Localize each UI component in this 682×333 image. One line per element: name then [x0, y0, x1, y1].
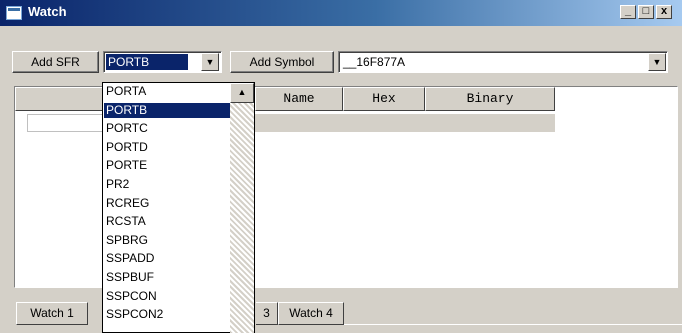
dropdown-option-porta[interactable]: PORTA	[104, 84, 232, 99]
close-button[interactable]: x	[656, 5, 672, 19]
sfr-select[interactable]: PORTB ▼	[103, 51, 222, 73]
tab-watch-3[interactable]: 3	[256, 302, 278, 325]
dropdown-option-portc[interactable]: PORTC	[104, 121, 232, 136]
add-sfr-button[interactable]: Add SFR	[12, 51, 99, 73]
sfr-dropdown-list[interactable]: PORTA PORTB PORTC PORTD PORTE PR2 RCREG RCSTA SP…	[102, 82, 255, 333]
minimize-button[interactable]: _	[620, 5, 636, 19]
column-header-hex[interactable]: Hex	[343, 87, 425, 111]
column-header-binary[interactable]: Binary	[425, 87, 555, 111]
maximize-button[interactable]: □	[638, 5, 654, 19]
dropdown-option-sspadd[interactable]: SSPADD	[104, 251, 232, 266]
dropdown-option-porte[interactable]: PORTE	[104, 158, 232, 173]
symbol-dropdown-arrow-icon[interactable]: ▼	[648, 53, 666, 71]
tab-watch-1[interactable]: Watch 1	[16, 302, 88, 325]
dropdown-option-portd[interactable]: PORTD	[104, 140, 232, 155]
dropdown-option-rcsta[interactable]: RCSTA	[104, 214, 232, 229]
title-bar[interactable]: Watch _ □ x	[0, 0, 682, 26]
scroll-up-arrow-icon[interactable]: ▲	[230, 83, 254, 103]
window-title: Watch	[28, 4, 67, 19]
dropdown-option-sspcon2[interactable]: SSPCON2	[104, 307, 232, 322]
dropdown-option-spbrg[interactable]: SPBRG	[104, 233, 232, 248]
add-symbol-button[interactable]: Add Symbol	[230, 51, 334, 73]
dropdown-option-sspbuf[interactable]: SSPBUF	[104, 270, 232, 285]
symbol-select[interactable]: __16F877A ▼	[338, 51, 668, 73]
dropdown-option-sspcon[interactable]: SSPCON	[104, 289, 232, 304]
tab-divider	[344, 324, 682, 325]
dropdown-option-pr2[interactable]: PR2	[104, 177, 232, 192]
table-row[interactable]	[255, 114, 555, 132]
sfr-selected-value: PORTB	[106, 54, 188, 70]
dropdown-option-portb[interactable]: PORTB	[104, 102, 232, 118]
dropdown-scrollbar[interactable]: ▲	[230, 83, 254, 333]
symbol-value: __16F877A	[343, 55, 406, 69]
dropdown-option-rcreg[interactable]: RCREG	[104, 196, 232, 211]
sfr-dropdown-arrow-icon[interactable]: ▼	[201, 53, 219, 71]
column-header-name[interactable]: Name	[255, 87, 343, 111]
window-icon	[6, 6, 22, 20]
tab-watch-4[interactable]: Watch 4	[278, 302, 344, 325]
watch-window: Watch _ □ x Add SFR PORTB ▼ Add Symbol _…	[0, 0, 682, 333]
